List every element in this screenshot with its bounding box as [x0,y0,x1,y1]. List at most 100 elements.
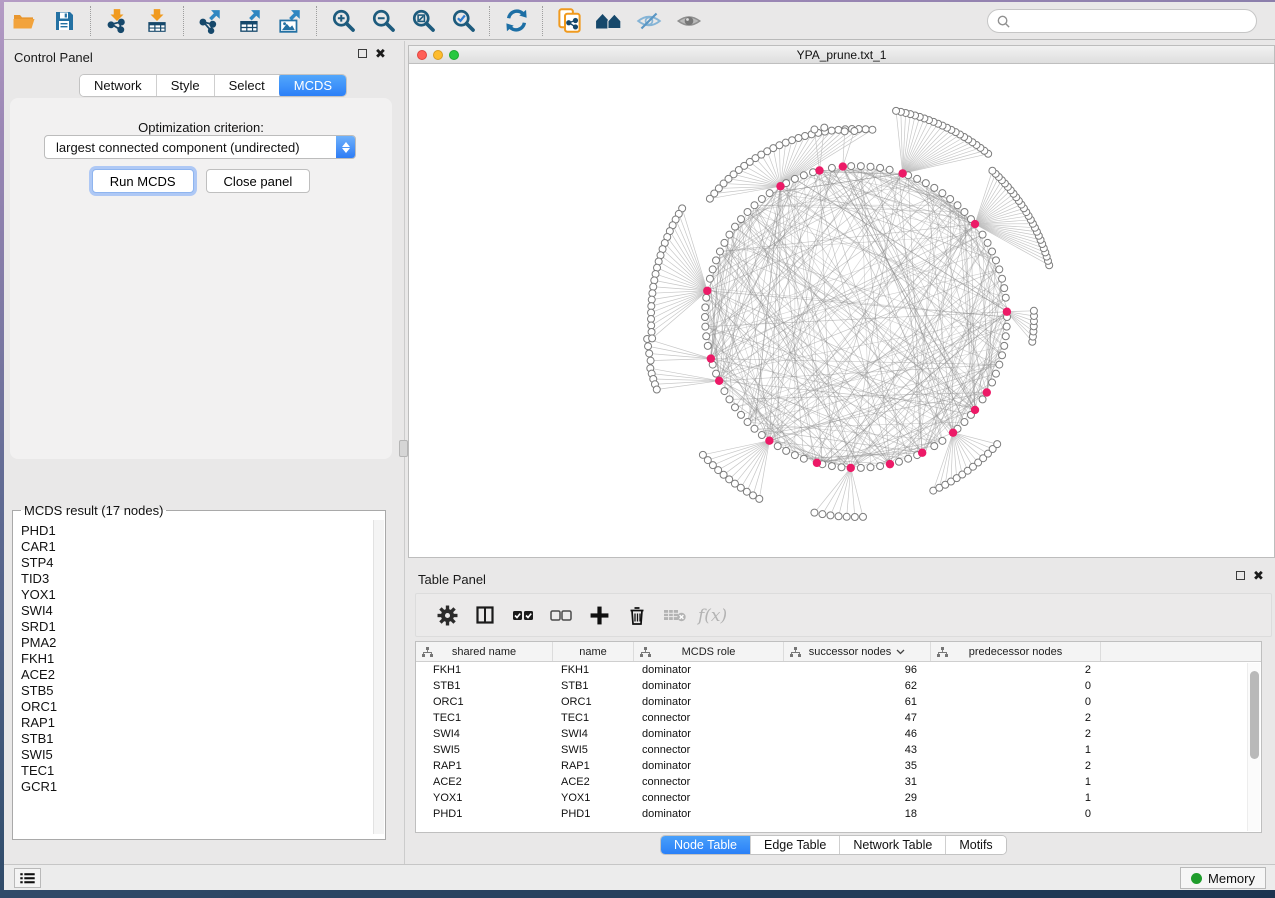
cell-shared-name: SWI4 [416,728,553,740]
memory-status-icon [1191,873,1202,884]
import-network-button[interactable] [97,5,137,37]
table-scrollbar-thumb[interactable] [1250,671,1259,759]
close-panel-button[interactable]: ✖ [375,49,386,58]
new-network-from-selection-button[interactable] [549,5,589,37]
mcds-result-list[interactable]: PHD1CAR1STP4TID3YOX1SWI4SRD1PMA2FKH1ACE2… [14,520,373,834]
refresh-icon [503,7,530,34]
table-row[interactable]: FKH1 FKH1 dominator 96 2 [416,662,1261,678]
eye-icon [675,8,703,34]
table-row[interactable]: RAP1 RAP1 dominator 35 2 [416,758,1261,774]
open-session-button[interactable] [4,5,44,37]
table-row[interactable]: SWI5 SWI5 connector 43 1 [416,742,1261,758]
network-canvas[interactable] [409,65,1274,558]
mcds-result-item[interactable]: YOX1 [21,587,373,603]
float-table-panel-button[interactable] [1236,571,1245,580]
import-table-button[interactable] [137,5,177,37]
tab-node-table[interactable]: Node Table [661,836,751,854]
float-panel-button[interactable] [358,49,367,58]
zoom-selected-button[interactable] [443,5,483,37]
mcds-result-item[interactable]: SRD1 [21,619,373,635]
table-row[interactable]: ACE2 ACE2 connector 31 1 [416,774,1261,790]
table-row[interactable]: YOX1 YOX1 connector 29 1 [416,790,1261,806]
zoom-out-button[interactable] [363,5,403,37]
cell-name: TEC1 [553,712,634,724]
close-table-panel-button[interactable]: ✖ [1253,571,1264,580]
search-input[interactable] [1011,14,1256,28]
panel-splitter-handle[interactable] [399,440,408,457]
table-scrollbar[interactable] [1247,663,1260,831]
column-header-mcds-role[interactable]: MCDS role [634,642,784,661]
table-row[interactable]: ORC1 ORC1 dominator 61 0 [416,694,1261,710]
export-image-button[interactable] [270,5,310,37]
mcds-result-item[interactable]: TID3 [21,571,373,587]
cell-predecessor-nodes: 1 [931,744,1101,756]
table-row[interactable]: PHD1 PHD1 dominator 18 0 [416,806,1261,822]
mcds-result-item[interactable]: PMA2 [21,635,373,651]
cell-successor-nodes: 61 [784,696,931,708]
tab-style[interactable]: Style [157,75,215,96]
mcds-list-scrollbar[interactable] [373,520,384,834]
mcds-result-item[interactable]: STB1 [21,731,373,747]
save-session-button[interactable] [44,5,84,37]
network-window-titlebar[interactable]: YPA_prune.txt_1 [409,46,1274,64]
search-box[interactable] [987,9,1257,33]
mcds-result-item[interactable]: STP4 [21,555,373,571]
mcds-result-item[interactable]: SWI5 [21,747,373,763]
mcds-result-item[interactable]: GCR1 [21,779,373,795]
deselect-all-columns-button[interactable] [542,598,580,632]
tab-mcds[interactable]: MCDS [279,74,347,97]
mcds-result-item[interactable]: ACE2 [21,667,373,683]
mcds-result-item[interactable]: PHD1 [21,523,373,539]
mcds-result-item[interactable]: FKH1 [21,651,373,667]
tab-network[interactable]: Network [80,75,157,96]
tab-network-table[interactable]: Network Table [840,836,946,854]
create-column-button[interactable] [580,598,618,632]
mcds-result-item[interactable]: TEC1 [21,763,373,779]
optimization-criterion-select[interactable]: largest connected component (undirected) [44,135,356,159]
delete-column-button[interactable] [618,598,656,632]
mcds-result-item[interactable]: SWI4 [21,603,373,619]
column-label: shared name [452,646,516,658]
column-header-shared-name[interactable]: shared name [416,642,553,661]
import-network-icon [104,8,130,34]
table-row[interactable]: STB1 STB1 dominator 62 0 [416,678,1261,694]
first-neighbors-button[interactable] [589,5,629,37]
cell-name: SWI5 [553,744,634,756]
column-label: name [579,646,607,658]
show-column-button[interactable] [466,598,504,632]
zoom-in-button[interactable] [323,5,363,37]
cell-successor-nodes: 46 [784,728,931,740]
apply-layout-button[interactable] [496,5,536,37]
control-panel-title: Control Panel [14,50,93,65]
task-history-button[interactable] [14,868,41,888]
network-window: YPA_prune.txt_1 [408,45,1275,558]
tab-motifs[interactable]: Motifs [946,836,1005,854]
cell-mcds-role: dominator [634,808,784,820]
zoom-fit-button[interactable] [403,5,443,37]
table-panel-title: Table Panel [418,572,486,587]
column-header-predecessor-nodes[interactable]: predecessor nodes [931,642,1101,661]
mcds-result-item[interactable]: RAP1 [21,715,373,731]
column-header-name[interactable]: name [553,642,634,661]
tab-select[interactable]: Select [215,75,280,96]
close-panel-button-mcds[interactable]: Close panel [206,169,311,193]
mcds-result-item[interactable]: ORC1 [21,699,373,715]
table-panel: Table Panel ✖ [408,563,1275,860]
show-all-button[interactable] [669,5,709,37]
table-options-button[interactable] [428,598,466,632]
mcds-result-item[interactable]: STB5 [21,683,373,699]
export-network-button[interactable] [190,5,230,37]
table-row[interactable]: SWI4 SWI4 dominator 46 2 [416,726,1261,742]
cell-predecessor-nodes: 0 [931,680,1101,692]
select-all-columns-button[interactable] [504,598,542,632]
table-row[interactable]: TEC1 TEC1 connector 47 2 [416,710,1261,726]
column-header-successor-nodes[interactable]: successor nodes [784,642,931,661]
mcds-result-item[interactable]: CAR1 [21,539,373,555]
run-mcds-button[interactable]: Run MCDS [92,169,194,193]
memory-button[interactable]: Memory [1180,867,1266,889]
export-table-button[interactable] [230,5,270,37]
toolbar-separator [542,6,543,36]
hide-selected-button[interactable] [629,5,669,37]
tab-edge-table[interactable]: Edge Table [751,836,840,854]
columns-icon [475,605,495,625]
